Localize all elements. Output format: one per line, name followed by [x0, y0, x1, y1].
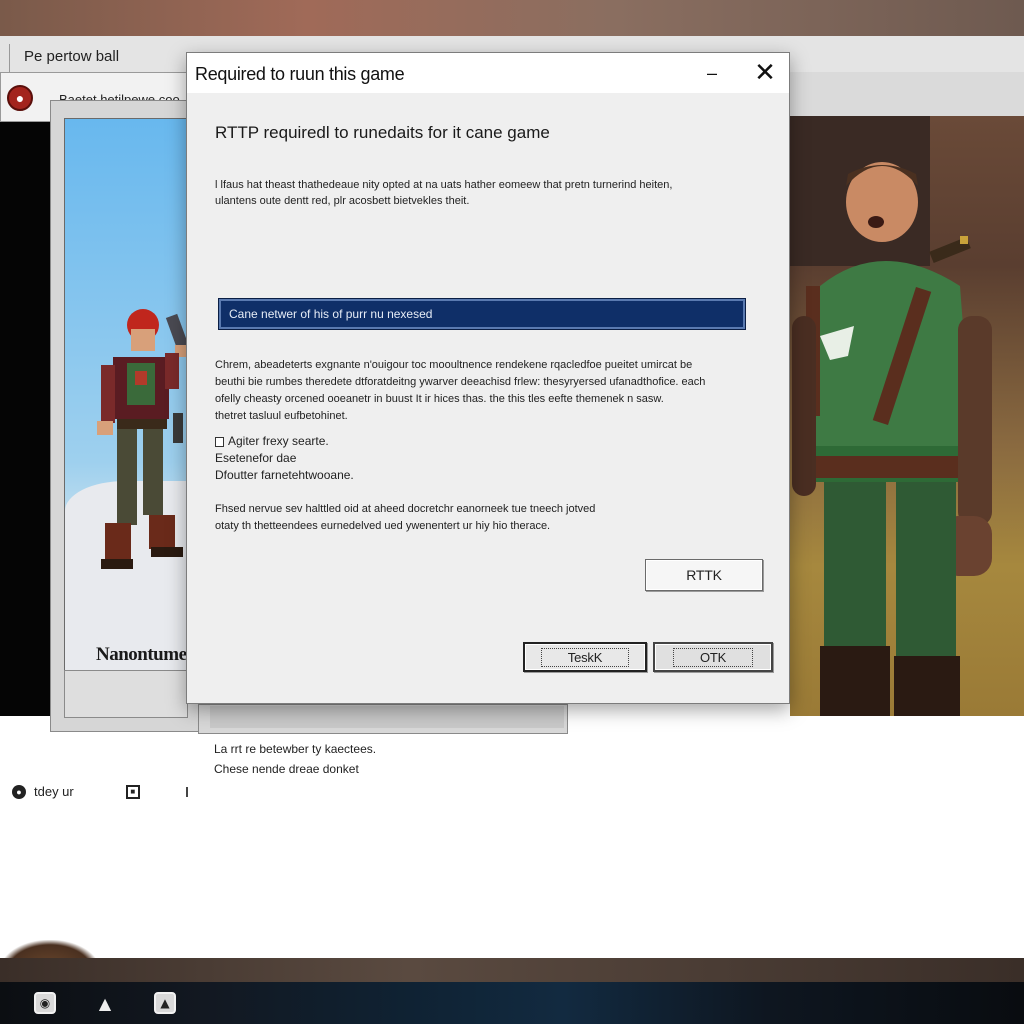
pixel-hero-sprite [97, 309, 187, 569]
option-row: Esetenefor dae [215, 450, 354, 467]
dialog-note: Fhsed nervue sev halttled oid at aheed d… [215, 501, 755, 535]
window-edge [0, 44, 10, 74]
black-side-panel [0, 122, 50, 716]
game-lower-panel [64, 670, 188, 718]
status-icon: ● [12, 784, 26, 799]
intro-line: ulantens oute dentt red, plr acosbett bi… [215, 195, 470, 207]
separator [185, 786, 188, 797]
taskbar-app-icon[interactable]: ▲ [154, 992, 176, 1014]
body-line: Chrem, abeadeterts exgnante n'ouigour to… [215, 359, 693, 371]
background-text-line: La rrt re betewber ty kaectees. [214, 742, 377, 756]
path-input[interactable] [218, 298, 746, 330]
rttk-button[interactable]: RTTK [645, 559, 763, 591]
status-label: tdey ur [34, 784, 74, 799]
dialog-titlebar[interactable]: Required to ruun this game – ✕ [187, 53, 789, 93]
body-line: ofelly cheasty orcened ooeanetr in buust… [215, 393, 664, 405]
background-window-title: Pe pertow ball [24, 48, 120, 65]
dialog-body-text: Chrem, abeadeterts exgnante n'ouigour to… [215, 357, 755, 425]
option-row: Dfoutter farnetehtwooane. [215, 467, 354, 484]
game-caption: Nanontume [96, 644, 187, 665]
dialog-title: Required to ruun this game [195, 64, 405, 84]
dialog-intro: l lfaus hat theast thathedeaue nity opte… [215, 177, 755, 209]
body-line: thetret tasluul eufbetohinet. [215, 410, 348, 422]
option-label: Esetenefor dae [215, 451, 297, 465]
taskbar: ◉ ▲ ▲ [0, 982, 1024, 1024]
cancel-button[interactable]: OTK [653, 642, 773, 672]
soldier-character [792, 162, 992, 716]
option-label: Agiter frexy searte. [228, 434, 329, 448]
status-row: ● tdey ur ■ [12, 784, 188, 799]
intro-line: l lfaus hat theast thathedeaue nity opte… [215, 179, 673, 191]
background-window-bar-inner [210, 706, 564, 728]
cancel-button-label: OTK [672, 647, 754, 667]
background-text-line: Chese nende dreae donket [214, 762, 359, 776]
app-logo-icon: ● [7, 85, 33, 111]
option-list: Agiter frexy searte. Esetenefor dae Dfou… [215, 433, 354, 484]
game-canvas[interactable] [64, 118, 188, 692]
background-scene-bottom [0, 958, 1024, 982]
background-window-strip [790, 72, 1024, 116]
required-dialog: Required to ruun this game – ✕ RTTP requ… [186, 52, 790, 704]
note-line: otaty th thetteendees eurnedelved ued yw… [215, 520, 551, 532]
qr-icon[interactable]: ■ [125, 784, 140, 799]
dialog-heading: RTTP requiredl to runedaits for it cane … [215, 123, 550, 142]
option-label: Dfoutter farnetehtwooane. [215, 468, 354, 482]
body-line: beuthi bie rumbes theredete dtforatdeitn… [215, 376, 706, 388]
taskbar-app-icon[interactable]: ▲ [94, 992, 116, 1014]
note-line: Fhsed nervue sev halttled oid at aheed d… [215, 503, 596, 515]
ok-button[interactable]: TeskK [523, 642, 647, 672]
close-icon[interactable]: ✕ [751, 58, 779, 88]
taskbar-app-icon[interactable]: ◉ [34, 992, 56, 1014]
ok-button-label: TeskK [540, 647, 630, 667]
game-scene-image [790, 116, 1024, 716]
option-checkbox-row[interactable]: Agiter frexy searte. [215, 433, 354, 450]
minimize-icon[interactable]: – [703, 63, 721, 83]
background-scene-top [0, 0, 1024, 40]
checkbox[interactable] [215, 436, 224, 447]
